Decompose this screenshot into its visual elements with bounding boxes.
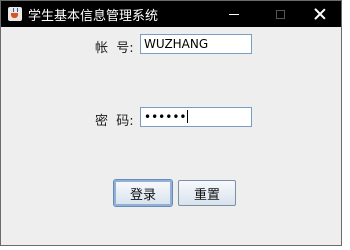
- maximize-icon: [275, 9, 285, 19]
- close-button[interactable]: [297, 1, 343, 27]
- close-icon: [314, 8, 326, 20]
- java-cup-icon: [8, 7, 22, 21]
- login-button[interactable]: 登录: [113, 179, 173, 207]
- username-input[interactable]: WUZHANG: [140, 34, 252, 54]
- password-mask: ••••••: [144, 110, 187, 124]
- minimize-icon: [229, 13, 239, 15]
- username-label: 帐 号:: [95, 41, 134, 56]
- text-caret: [187, 110, 189, 123]
- title-bar[interactable]: 学生基本信息管理系统: [1, 1, 341, 27]
- desktop-background: [0, 246, 350, 250]
- password-label: 密 码:: [95, 114, 134, 129]
- login-form: 帐 号: WUZHANG 密 码: •••••• 登录 重置: [1, 27, 341, 245]
- login-window: 学生基本信息管理系统 帐 号: WUZHANG 密 码: •••••• 登录 重…: [0, 0, 342, 246]
- password-input[interactable]: ••••••: [140, 107, 252, 127]
- reset-button[interactable]: 重置: [178, 180, 236, 206]
- window-title: 学生基本信息管理系统: [28, 8, 159, 24]
- minimize-button[interactable]: [211, 1, 257, 27]
